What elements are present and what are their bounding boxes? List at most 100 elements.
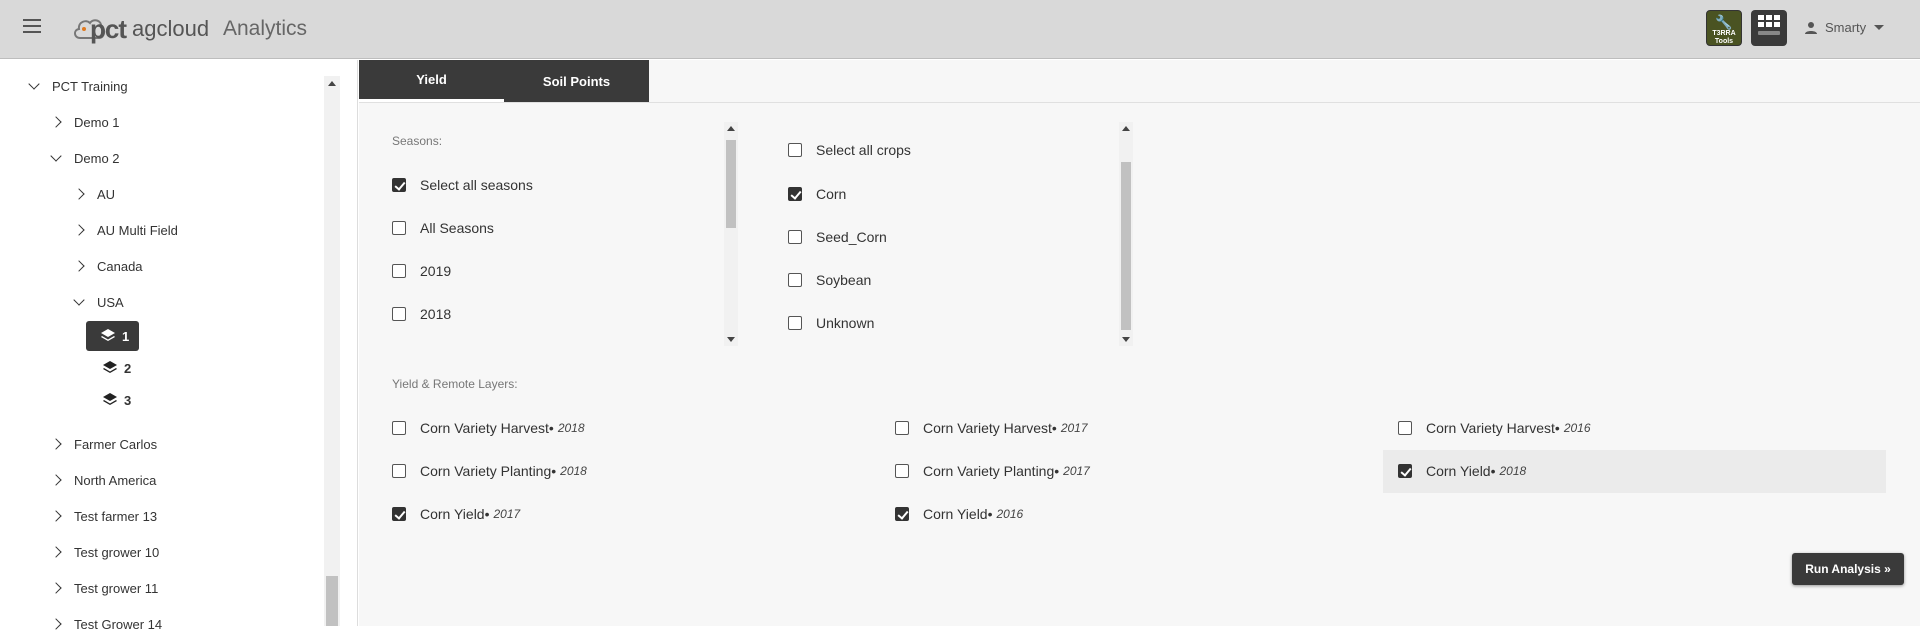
scrollbar-thumb[interactable] (726, 140, 736, 228)
scrollbar-thumb[interactable] (326, 576, 338, 626)
tree-item-canada[interactable]: Canada (73, 256, 143, 276)
crop-soybean[interactable]: Soybean (788, 270, 871, 290)
terra-tools-button[interactable]: 🔧 T3RRA Tools (1706, 10, 1742, 46)
checkbox[interactable] (895, 421, 909, 435)
tree-item-test-farmer-13[interactable]: Test farmer 13 (50, 506, 158, 526)
tree-item-test-grower-14[interactable]: Test Grower 14 (50, 614, 162, 634)
checkbox[interactable] (788, 273, 802, 287)
layer-corn-yield-2016[interactable]: Corn Yield • 2016 (895, 504, 1023, 524)
logo[interactable]: pct agcloud (72, 12, 209, 46)
layer-year: 2017 (1060, 421, 1088, 435)
apps-grid-button[interactable] (1751, 10, 1787, 46)
checkbox-label: Select all crops (816, 142, 911, 158)
checkbox[interactable] (392, 178, 406, 192)
checkbox[interactable] (1398, 421, 1412, 435)
layer-corn-yield-2017[interactable]: Corn Yield • 2017 (392, 504, 520, 524)
layer-corn-variety-planting-2018[interactable]: Corn Variety Planting • 2018 (392, 461, 587, 481)
tree-item-label: Demo 2 (74, 150, 120, 166)
chevron-down-icon (28, 78, 40, 90)
season-all-seasons[interactable]: All Seasons (392, 218, 494, 238)
tree-item-demo-2[interactable]: Demo 2 (50, 148, 120, 168)
checkbox[interactable] (1398, 464, 1412, 478)
checkbox[interactable] (895, 507, 909, 521)
layer-separator: • (987, 506, 993, 522)
tree-item-usa[interactable]: USA (73, 292, 124, 312)
layer-corn-variety-harvest-2018[interactable]: Corn Variety Harvest • 2018 (392, 418, 585, 438)
terra-sub-label: Tools (1714, 38, 1734, 45)
scroll-up-icon[interactable] (727, 126, 735, 131)
tab-yield[interactable]: Yield (359, 60, 504, 102)
layer-name: Corn Variety Harvest (420, 420, 549, 436)
tree-item-test-grower-10[interactable]: Test grower 10 (50, 542, 160, 562)
checkbox[interactable] (788, 316, 802, 330)
checkbox[interactable] (895, 464, 909, 478)
chevron-right-icon (50, 582, 62, 594)
layer-corn-yield-2018[interactable]: Corn Yield • 2018 (1398, 461, 1526, 481)
layer-corn-variety-harvest-2017[interactable]: Corn Variety Harvest • 2017 (895, 418, 1088, 438)
sidebar-scrollbar[interactable] (324, 76, 340, 626)
tree-layer-2[interactable]: 2 (102, 353, 131, 383)
tree-item-test-grower-11[interactable]: Test grower 11 (50, 578, 158, 598)
checkbox[interactable] (788, 143, 802, 157)
tab-soil-points[interactable]: Soil Points (504, 60, 649, 102)
scroll-down-icon[interactable] (1122, 337, 1130, 342)
layer-corn-variety-planting-2017[interactable]: Corn Variety Planting • 2017 (895, 461, 1090, 481)
scroll-up-icon[interactable] (328, 81, 336, 86)
checkbox[interactable] (392, 421, 406, 435)
tree-layer-label: 2 (124, 360, 132, 376)
chevron-right-icon (73, 188, 85, 200)
checkbox[interactable] (788, 230, 802, 244)
tree-item-label: Test farmer 13 (74, 508, 158, 524)
tree-item-north-america[interactable]: North America (50, 470, 157, 490)
terra-label: T3RRA (1712, 30, 1736, 37)
tree-item-label: Farmer Carlos (74, 436, 158, 452)
tree-item-label: Test grower 10 (74, 544, 160, 560)
tree-item-label: USA (97, 294, 124, 310)
layer-corn-variety-harvest-2016[interactable]: Corn Variety Harvest • 2016 (1398, 418, 1591, 438)
crop-unknown[interactable]: Unknown (788, 313, 874, 333)
checkbox[interactable] (392, 464, 406, 478)
scroll-up-icon[interactable] (1122, 126, 1130, 131)
run-analysis-button[interactable]: Run Analysis » (1792, 553, 1904, 585)
chevron-right-icon (73, 224, 85, 236)
tree-item-au-multi-field[interactable]: AU Multi Field (73, 220, 178, 240)
checkbox[interactable] (392, 307, 406, 321)
layers-icon (101, 329, 115, 341)
checkbox[interactable] (392, 264, 406, 278)
checkbox[interactable] (788, 187, 802, 201)
tree-item-label: Canada (97, 258, 143, 274)
user-menu[interactable]: Smarty (1804, 20, 1885, 35)
tree-layer-label: 3 (124, 392, 132, 408)
crop-select-all[interactable]: Select all crops (788, 140, 911, 160)
layer-name: Corn Variety Harvest (1426, 420, 1555, 436)
layer-separator: • (548, 420, 554, 436)
tree-item-demo-1[interactable]: Demo 1 (50, 112, 120, 132)
apps-grid-icon (1758, 15, 1780, 27)
wrench-icon: 🔧 (1715, 14, 1733, 30)
checkbox-label: Unknown (816, 315, 875, 331)
menu-icon[interactable] (23, 19, 41, 33)
crops-scrollbar[interactable] (1119, 122, 1133, 346)
checkbox[interactable] (392, 507, 406, 521)
scrollbar-thumb[interactable] (1121, 162, 1131, 330)
tree-item-au[interactable]: AU (73, 184, 115, 204)
season-2019[interactable]: 2019 (392, 261, 451, 281)
checkbox[interactable] (392, 221, 406, 235)
seasons-scrollbar[interactable] (724, 122, 738, 346)
logo-agcloud-text: agcloud (132, 16, 210, 41)
scroll-down-icon[interactable] (727, 337, 735, 342)
layer-year: 2016 (996, 507, 1024, 521)
tree-layer-3[interactable]: 3 (102, 385, 131, 415)
season-select-all[interactable]: Select all seasons (392, 175, 533, 195)
crop-corn[interactable]: Corn (788, 184, 846, 204)
chevron-right-icon (50, 510, 62, 522)
tree-item-label: North America (74, 472, 157, 488)
tree-layer-1[interactable]: 1 (86, 321, 140, 351)
tree-item-pct-training[interactable]: PCT Training (28, 76, 128, 96)
season-2018[interactable]: 2018 (392, 304, 451, 324)
crop-seed-corn[interactable]: Seed_Corn (788, 227, 887, 247)
layer-year: 2016 (1563, 421, 1591, 435)
tree-item-farmer-carlos[interactable]: Farmer Carlos (50, 434, 158, 454)
page-title: Analytics (223, 17, 308, 40)
sidebar-tree: PCT Training Demo 1 Demo 2 AU AU Multi F… (0, 60, 358, 632)
